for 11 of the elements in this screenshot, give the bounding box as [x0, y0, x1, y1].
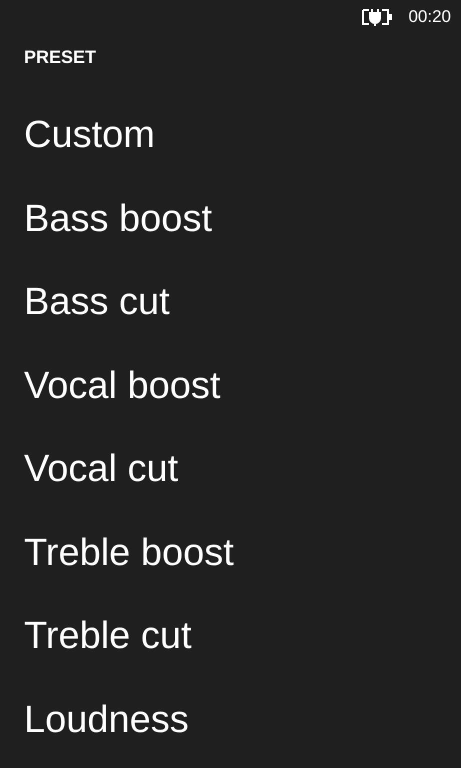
preset-option[interactable]: Loudness	[24, 698, 189, 742]
clock-time: 00:20	[408, 7, 451, 27]
preset-option[interactable]: Bass boost	[24, 198, 212, 241]
battery-charging-icon	[362, 8, 394, 26]
preset-option[interactable]: Treble cut	[24, 615, 192, 658]
preset-option[interactable]: Treble boost	[24, 532, 234, 575]
preset-option[interactable]: Vocal cut	[24, 448, 178, 492]
preset-option[interactable]: Custom	[24, 114, 155, 158]
section-header: PRESET	[24, 47, 96, 68]
preset-option[interactable]: Bass cut	[24, 281, 170, 324]
preset-option[interactable]: Vocal boost	[24, 364, 220, 408]
